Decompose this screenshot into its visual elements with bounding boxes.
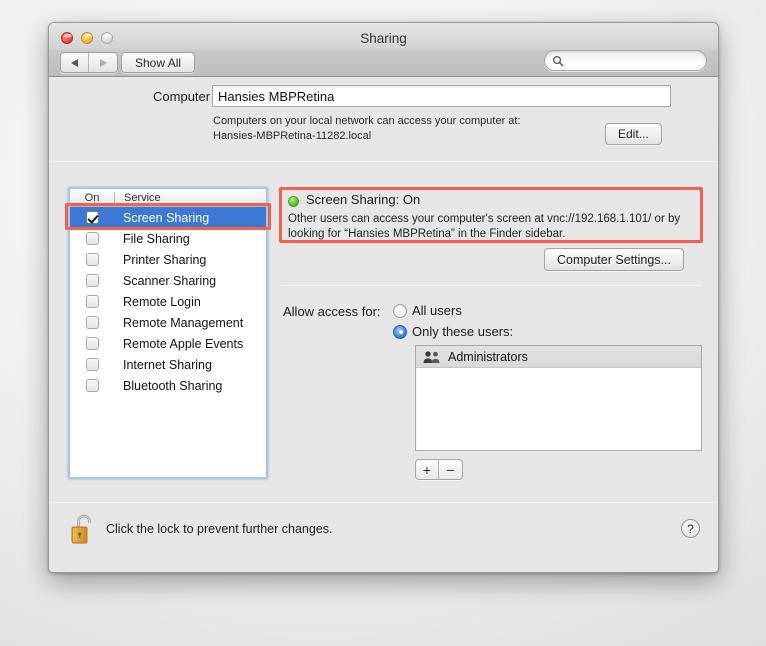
checkbox-icon[interactable] <box>85 337 99 350</box>
add-user-button[interactable]: + <box>416 460 439 479</box>
service-checkbox-cell <box>70 232 114 245</box>
status-description: Other users can access your computer's s… <box>288 213 681 240</box>
service-row-internet-sharing[interactable]: Internet Sharing <box>70 354 266 375</box>
service-row-remote-apple-events[interactable]: Remote Apple Events <box>70 333 266 354</box>
radio-only-these-users-icon <box>393 324 407 339</box>
radio-only-these-users-label: Only these users: <box>412 324 514 339</box>
computer-name-section: Computer Name: Computers on your local n… <box>49 77 718 161</box>
navigation-segmented-control <box>60 52 118 73</box>
search-field[interactable] <box>544 50 707 71</box>
service-label: Remote Management <box>123 315 244 330</box>
remove-user-button[interactable]: − <box>439 460 462 479</box>
radio-all-users[interactable]: All users <box>393 303 462 318</box>
allowed-users-list[interactable]: Administrators <box>415 345 702 451</box>
service-checkbox-cell <box>70 316 114 329</box>
list-item-label: Administrators <box>448 349 528 364</box>
allow-access-label: Allow access for: <box>283 304 381 319</box>
computer-settings-button[interactable]: Computer Settings... <box>544 248 684 271</box>
add-remove-user-controls: + − <box>415 459 463 480</box>
computer-name-help-line2: Hansies-MBPRetina-11282.local <box>213 130 372 142</box>
column-header-on: On <box>84 191 100 204</box>
checkbox-icon[interactable] <box>85 379 99 392</box>
service-checkbox-cell <box>70 211 114 224</box>
window-title: Sharing <box>360 31 407 46</box>
checkbox-icon[interactable] <box>85 211 99 224</box>
radio-only-these-users[interactable]: Only these users: <box>393 324 513 339</box>
checkbox-icon[interactable] <box>85 358 99 371</box>
service-label: Screen Sharing <box>123 210 210 225</box>
checkbox-icon[interactable] <box>85 232 99 245</box>
column-header-service: Service <box>124 191 161 204</box>
chevron-right-icon <box>99 58 107 67</box>
service-row-remote-login[interactable]: Remote Login <box>70 291 266 312</box>
help-button-label: ? <box>687 521 694 536</box>
computer-name-help-line1: Computers on your local network can acce… <box>213 115 521 127</box>
preference-pane-content: Computer Name: Computers on your local n… <box>49 77 718 572</box>
help-button[interactable]: ? <box>681 519 700 538</box>
remove-user-label: − <box>446 461 455 478</box>
system-preferences-window: Sharing Show All Computer Name: Hansies … <box>48 22 719 573</box>
service-checkbox-cell <box>70 337 114 350</box>
checkbox-icon[interactable] <box>85 295 99 308</box>
checkbox-icon[interactable] <box>85 253 99 266</box>
chevron-left-icon <box>71 58 78 67</box>
service-checkbox-cell <box>70 295 114 308</box>
service-label: Remote Login <box>123 294 201 309</box>
lock-hint-text: Click the lock to prevent further change… <box>106 522 333 536</box>
service-checkbox-cell <box>70 274 114 287</box>
checkbox-icon[interactable] <box>85 274 99 287</box>
status-title: Screen Sharing: On <box>306 192 421 207</box>
service-label: Internet Sharing <box>123 357 212 372</box>
service-label: Remote Apple Events <box>123 336 244 351</box>
service-row-scanner-sharing[interactable]: Scanner Sharing <box>70 270 266 291</box>
section-divider-top <box>49 161 718 162</box>
services-list-panel[interactable]: On Service Screen Sharing File Sharing Pri… <box>68 187 268 479</box>
status-indicator-icon <box>288 196 299 207</box>
service-row-printer-sharing[interactable]: Printer Sharing <box>70 249 266 270</box>
service-row-file-sharing[interactable]: File Sharing <box>70 228 266 249</box>
unlocked-padlock-icon[interactable] <box>70 511 98 545</box>
service-label: Printer Sharing <box>123 252 207 267</box>
show-all-label: Show All <box>135 55 182 70</box>
service-row-bluetooth-sharing[interactable]: Bluetooth Sharing <box>70 375 266 396</box>
service-label: Scanner Sharing <box>123 273 217 288</box>
service-checkbox-cell <box>70 253 114 266</box>
search-input[interactable] <box>567 54 697 67</box>
radio-all-users-label: All users <box>412 303 462 318</box>
section-divider-panel <box>281 285 702 286</box>
window-titlebar: Sharing Show All <box>49 23 718 77</box>
back-button[interactable] <box>61 53 89 72</box>
group-icon <box>423 350 440 363</box>
list-item[interactable]: Administrators <box>416 346 701 368</box>
computer-name-help: Computers on your local network can acce… <box>213 114 613 144</box>
service-label: File Sharing <box>123 231 190 246</box>
edit-button-label: Edit... <box>618 127 649 141</box>
checkbox-icon[interactable] <box>85 316 99 329</box>
forward-button[interactable] <box>89 53 117 72</box>
service-checkbox-cell <box>70 358 114 371</box>
computer-settings-label: Computer Settings... <box>557 252 671 267</box>
show-all-button[interactable]: Show All <box>121 52 196 73</box>
services-list: Screen Sharing File Sharing Printer Sharin… <box>70 207 266 396</box>
add-user-label: + <box>422 461 432 478</box>
service-row-remote-management[interactable]: Remote Management <box>70 312 266 333</box>
computer-name-input[interactable] <box>212 85 671 107</box>
screen-sharing-status: Screen Sharing: On Other users can acces… <box>282 190 700 240</box>
service-row-screen-sharing[interactable]: Screen Sharing <box>70 207 266 228</box>
section-divider-footer <box>49 502 718 503</box>
search-icon <box>552 55 564 66</box>
service-checkbox-cell <box>70 379 114 392</box>
service-label: Bluetooth Sharing <box>123 378 223 393</box>
edit-button[interactable]: Edit... <box>605 123 662 145</box>
services-list-header: On Service <box>70 189 266 207</box>
annotation-highlight-status-box: Screen Sharing: On Other users can acces… <box>279 187 703 243</box>
radio-all-users-icon <box>393 303 407 318</box>
